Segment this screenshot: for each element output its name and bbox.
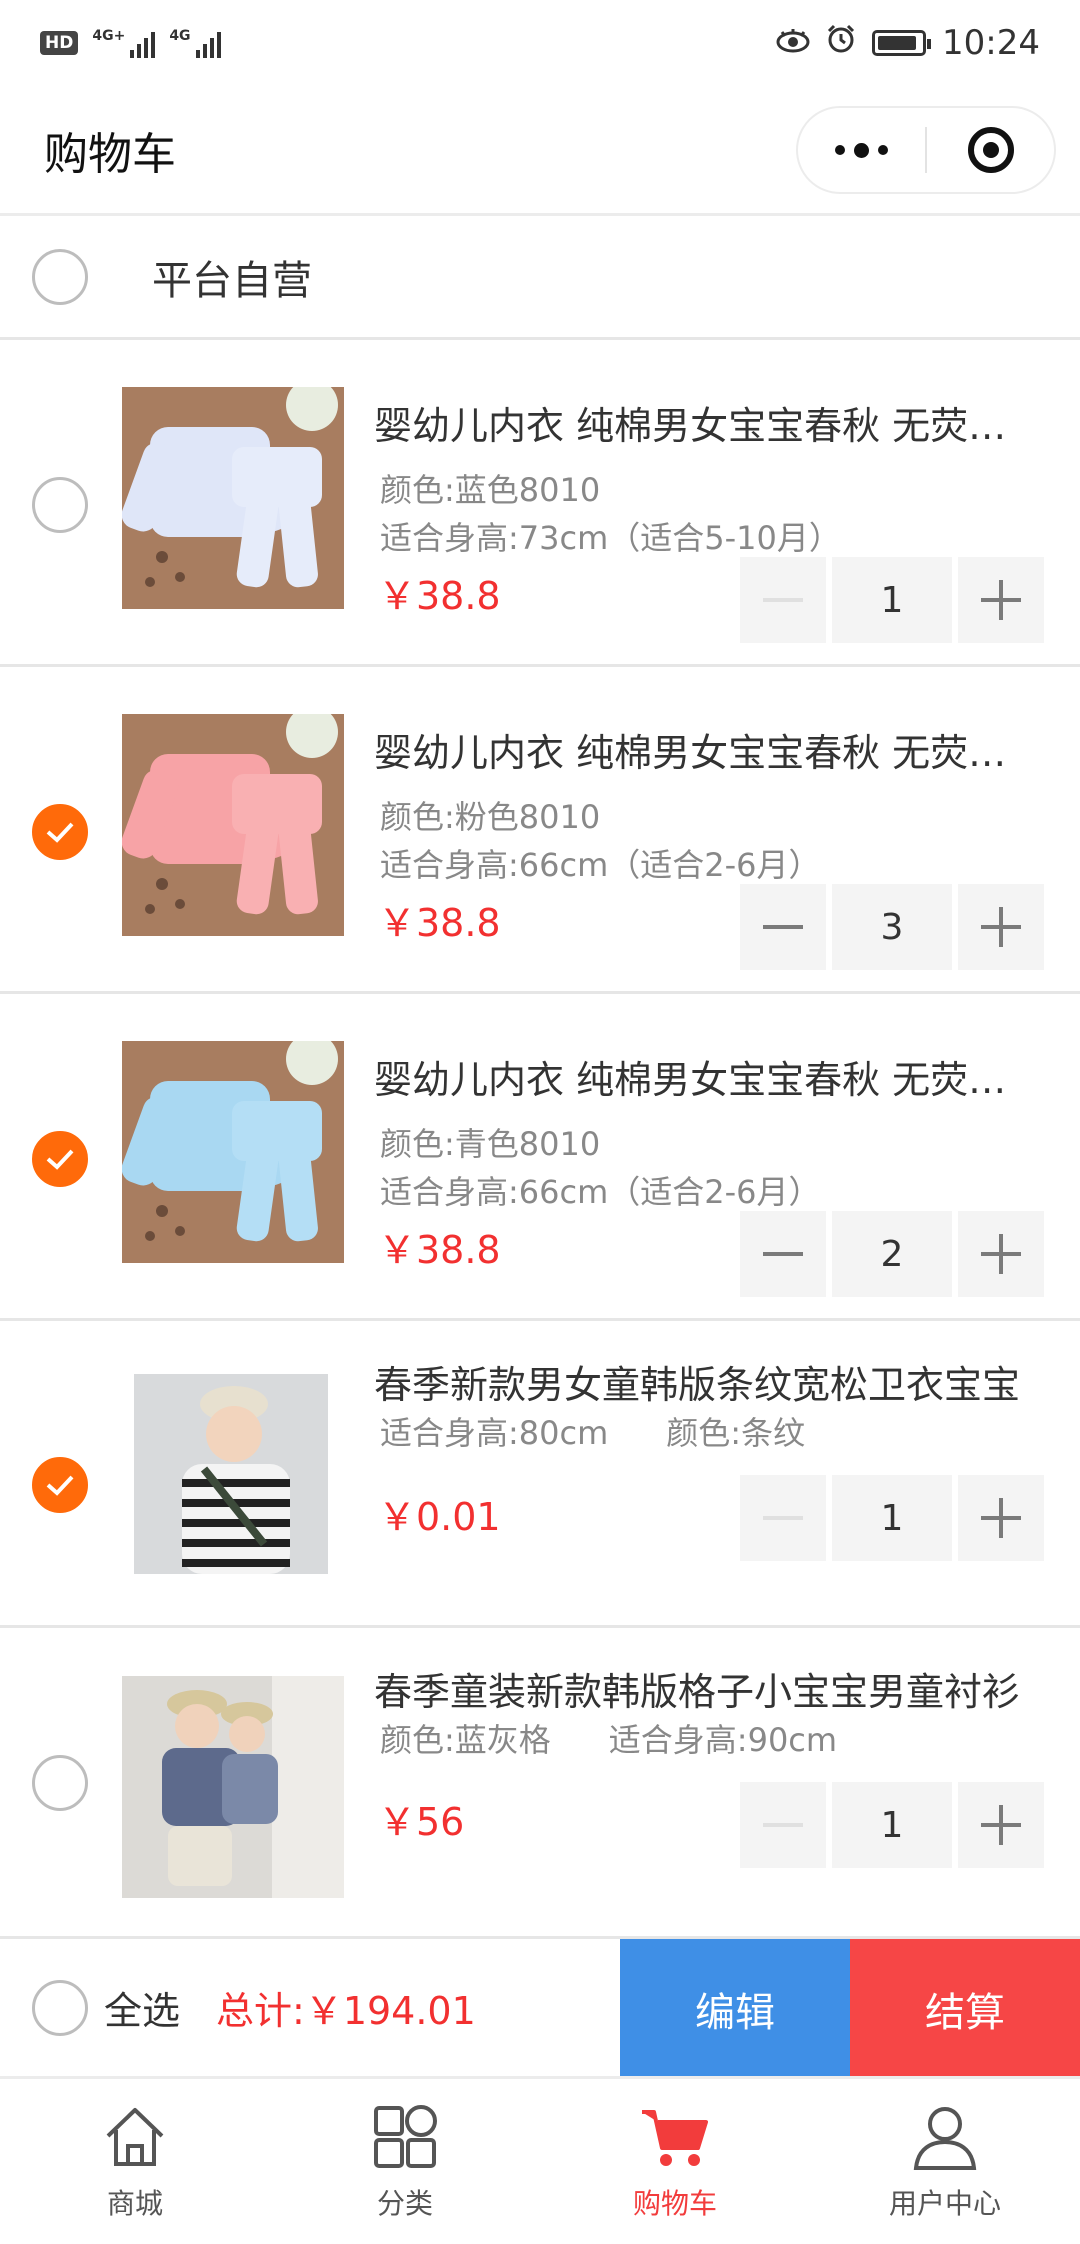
quantity-value[interactable]: 3	[832, 884, 952, 970]
quantity-stepper: 1	[740, 1782, 1044, 1868]
total-price: 总计:￥194.01	[216, 1989, 476, 2033]
decrease-button[interactable]	[740, 1782, 826, 1868]
tab-cart[interactable]: 购物车	[540, 2079, 810, 2244]
product-price: ￥38.8	[378, 1228, 501, 1272]
product-price: ￥0.01	[378, 1495, 501, 1539]
product-price: ￥38.8	[378, 574, 501, 618]
item-checkbox[interactable]	[32, 477, 88, 533]
cart-item: 婴幼儿内衣 纯棉男女宝宝春秋 无荧光剂 颜色:蓝色8010 适合身高:73cm（…	[0, 340, 1080, 667]
product-specs: 颜色:蓝灰格 适合身高:90cm	[380, 1715, 837, 1761]
cart-item: 婴幼儿内衣 纯棉男女宝宝春秋 无荧光剂 颜色:粉色8010 适合身高:66cm（…	[0, 667, 1080, 994]
product-spec-height: 适合身高:66cm（适合2-6月）	[380, 1173, 821, 1211]
close-mini-program-button[interactable]	[927, 108, 1054, 192]
product-title[interactable]: 婴幼儿内衣 纯棉男女宝宝春秋 无荧光剂	[374, 395, 1044, 450]
quantity-stepper: 3	[740, 884, 1044, 970]
shop-checkbox[interactable]	[32, 248, 88, 305]
item-checkbox[interactable]	[32, 804, 88, 860]
cart-icon	[638, 2102, 712, 2176]
shop-row: 平台自营	[0, 216, 1080, 340]
more-button[interactable]	[798, 108, 925, 192]
product-spec-height: 适合身高:90cm	[608, 1721, 838, 1759]
increase-button[interactable]	[958, 884, 1044, 970]
cart-list: 婴幼儿内衣 纯棉男女宝宝春秋 无荧光剂 颜色:蓝色8010 适合身高:73cm（…	[0, 340, 1080, 1898]
category-icon	[370, 2102, 440, 2176]
product-spec-color: 颜色:蓝色8010	[380, 471, 601, 509]
item-checkbox[interactable]	[32, 1755, 88, 1811]
increase-button[interactable]	[958, 557, 1044, 643]
edit-button[interactable]: 编辑	[620, 1939, 850, 2079]
increase-button[interactable]	[958, 1782, 1044, 1868]
bottom-tab-bar: 商城 分类 购物车 用户中心	[0, 2076, 1080, 2244]
decrease-button[interactable]	[740, 1475, 826, 1561]
eye-icon	[776, 23, 810, 63]
signal-icon-1: 4G+	[92, 28, 156, 58]
target-icon	[967, 127, 1014, 173]
quantity-value[interactable]: 1	[832, 557, 952, 643]
product-price: ￥38.8	[378, 901, 501, 945]
user-icon	[910, 2102, 980, 2176]
product-image[interactable]	[122, 1041, 344, 1263]
shop-name: 平台自营	[152, 257, 312, 304]
quantity-value[interactable]: 1	[832, 1782, 952, 1868]
status-bar: HD 4G+ 4G 10:24	[0, 0, 1080, 86]
product-image[interactable]	[122, 714, 344, 936]
decrease-button[interactable]	[740, 884, 826, 970]
item-checkbox[interactable]	[32, 1131, 88, 1187]
quantity-value[interactable]: 2	[832, 1211, 952, 1297]
product-spec-height: 适合身高:66cm（适合2-6月）	[380, 846, 821, 884]
battery-icon	[872, 30, 932, 56]
product-title[interactable]: 婴幼儿内衣 纯棉男女宝宝春秋 无荧光剂	[374, 1049, 1044, 1104]
tab-category[interactable]: 分类	[270, 2079, 540, 2244]
alarm-icon	[826, 23, 856, 63]
product-image[interactable]	[122, 1676, 344, 1898]
decrease-button[interactable]	[740, 1211, 826, 1297]
quantity-stepper: 1	[740, 1475, 1044, 1561]
cart-item: 春季新款男女童韩版条纹宽松卫衣宝宝 适合身高:80cm 颜色:条纹 ￥0.01 1	[0, 1321, 1080, 1628]
mini-program-capsule	[796, 106, 1056, 194]
product-specs: 适合身高:80cm 颜色:条纹	[380, 1408, 805, 1454]
checkout-bar: 全选 总计:￥194.01 编辑 结算	[0, 1936, 1080, 2079]
status-right: 10:24	[776, 23, 1040, 63]
product-title[interactable]: 婴幼儿内衣 纯棉男女宝宝春秋 无荧光剂	[374, 722, 1044, 777]
product-spec-height: 适合身高:73cm（适合5-10月）	[380, 519, 841, 557]
product-spec-color: 颜色:条纹	[666, 1414, 806, 1452]
cart-item: 春季童装新款韩版格子小宝宝男童衬衫 颜色:蓝灰格 适合身高:90cm ￥56 1	[0, 1628, 1080, 1898]
item-checkbox[interactable]	[32, 1457, 88, 1513]
quantity-stepper: 1	[740, 557, 1044, 643]
quantity-stepper: 2	[740, 1211, 1044, 1297]
product-image[interactable]	[122, 387, 344, 609]
checkout-button[interactable]: 结算	[850, 1939, 1080, 2079]
product-spec-height: 适合身高:80cm	[380, 1414, 609, 1452]
product-title[interactable]: 春季新款男女童韩版条纹宽松卫衣宝宝	[374, 1354, 1044, 1409]
cart-item: 婴幼儿内衣 纯棉男女宝宝春秋 无荧光剂 颜色:青色8010 适合身高:66cm（…	[0, 994, 1080, 1321]
page-title: 购物车	[44, 128, 176, 180]
page-header: 购物车	[0, 86, 1080, 216]
increase-button[interactable]	[958, 1475, 1044, 1561]
product-spec-color: 颜色:蓝灰格	[380, 1721, 551, 1759]
product-image[interactable]	[134, 1374, 328, 1574]
tab-label: 分类	[376, 2186, 433, 2220]
more-dots-icon	[835, 142, 888, 158]
decrease-button[interactable]	[740, 557, 826, 643]
quantity-value[interactable]: 1	[832, 1475, 952, 1561]
product-price: ￥56	[378, 1800, 465, 1844]
select-all-label[interactable]: 全选	[104, 1980, 180, 2035]
tab-home[interactable]: 商城	[0, 2079, 270, 2244]
home-icon	[100, 2102, 170, 2176]
tab-label: 商城	[106, 2186, 163, 2220]
select-all-checkbox[interactable]	[32, 1979, 88, 2036]
tab-label: 购物车	[632, 2186, 717, 2220]
product-title[interactable]: 春季童装新款韩版格子小宝宝男童衬衫	[374, 1661, 1044, 1716]
tab-label: 用户中心	[888, 2186, 1001, 2220]
signal-icon-2: 4G	[169, 28, 221, 58]
status-left: HD 4G+ 4G	[40, 28, 221, 58]
clock-time: 10:24	[942, 23, 1040, 63]
hd-badge: HD	[40, 31, 79, 55]
tab-user-center[interactable]: 用户中心	[810, 2079, 1080, 2244]
product-spec-color: 颜色:青色8010	[380, 1125, 601, 1163]
product-spec-color: 颜色:粉色8010	[380, 798, 601, 836]
increase-button[interactable]	[958, 1211, 1044, 1297]
